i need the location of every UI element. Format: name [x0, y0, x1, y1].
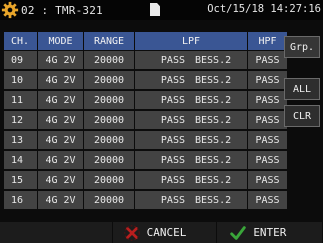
- table-header: CH. MODE RANGE LPF HPF: [4, 32, 288, 50]
- cell-hpf: PASS: [248, 191, 287, 209]
- table-row[interactable]: 15 4G 2V 20000 PASS BESS.2 PASS: [4, 171, 288, 189]
- col-header-ch: CH.: [4, 32, 37, 50]
- cell-range: 20000: [84, 171, 134, 189]
- cell-ch: 16: [4, 191, 37, 209]
- checkmark-icon: [230, 225, 247, 240]
- bottom-bar: CANCEL ENTER: [0, 222, 323, 243]
- table-row[interactable]: 12 4G 2V 20000 PASS BESS.2 PASS: [4, 111, 288, 129]
- device-label: 02 : TMR-321: [21, 3, 103, 17]
- cell-mode: 4G 2V: [38, 171, 83, 189]
- cell-lpf-filter: BESS.2: [195, 54, 232, 66]
- cell-range: 20000: [84, 91, 134, 109]
- cancel-x-icon: [123, 224, 140, 241]
- cell-range: 20000: [84, 71, 134, 89]
- cell-lpf: PASS BESS.2: [135, 131, 247, 149]
- cell-range: 20000: [84, 51, 134, 69]
- cell-range: 20000: [84, 131, 134, 149]
- enter-button[interactable]: ENTER: [217, 222, 322, 243]
- cell-lpf-filter: BESS.2: [195, 94, 232, 106]
- table-row[interactable]: 14 4G 2V 20000 PASS BESS.2 PASS: [4, 151, 288, 169]
- cell-mode: 4G 2V: [38, 71, 83, 89]
- cell-lpf: PASS BESS.2: [135, 91, 247, 109]
- cell-ch: 12: [4, 111, 37, 129]
- cell-ch: 13: [4, 131, 37, 149]
- table-row[interactable]: 10 4G 2V 20000 PASS BESS.2 PASS: [4, 71, 288, 89]
- cell-lpf-pass: PASS: [160, 194, 185, 206]
- cell-ch: 09: [4, 51, 37, 69]
- col-header-range: RANGE: [84, 32, 134, 50]
- cell-ch: 14: [4, 151, 37, 169]
- clear-button[interactable]: CLR: [284, 105, 320, 127]
- cell-hpf: PASS: [248, 171, 287, 189]
- datetime: Oct/15/18 14:27:16: [207, 3, 321, 15]
- cell-lpf-pass: PASS: [160, 114, 185, 126]
- col-header-lpf: LPF: [135, 32, 247, 50]
- cell-mode: 4G 2V: [38, 51, 83, 69]
- cell-hpf: PASS: [248, 131, 287, 149]
- cell-ch: 15: [4, 171, 37, 189]
- cell-hpf: PASS: [248, 111, 287, 129]
- cell-lpf-filter: BESS.2: [195, 154, 232, 166]
- cell-lpf-pass: PASS: [160, 54, 185, 66]
- cell-range: 20000: [84, 191, 134, 209]
- cell-lpf: PASS BESS.2: [135, 171, 247, 189]
- gear-icon[interactable]: [1, 1, 19, 19]
- col-header-hpf: HPF: [248, 32, 287, 50]
- cell-range: 20000: [84, 111, 134, 129]
- cell-hpf: PASS: [248, 151, 287, 169]
- sd-card-icon: [150, 3, 160, 16]
- cell-mode: 4G 2V: [38, 131, 83, 149]
- table-row[interactable]: 09 4G 2V 20000 PASS BESS.2 PASS: [4, 51, 288, 69]
- cell-lpf-filter: BESS.2: [195, 114, 232, 126]
- table-row[interactable]: 13 4G 2V 20000 PASS BESS.2 PASS: [4, 131, 288, 149]
- cell-lpf-pass: PASS: [160, 154, 185, 166]
- table-row[interactable]: 11 4G 2V 20000 PASS BESS.2 PASS: [4, 91, 288, 109]
- cell-lpf: PASS BESS.2: [135, 111, 247, 129]
- cell-mode: 4G 2V: [38, 91, 83, 109]
- cell-lpf-filter: BESS.2: [195, 194, 232, 206]
- cell-lpf-pass: PASS: [160, 94, 185, 106]
- cell-hpf: PASS: [248, 71, 287, 89]
- cell-lpf: PASS BESS.2: [135, 151, 247, 169]
- table-row[interactable]: 16 4G 2V 20000 PASS BESS.2 PASS: [4, 191, 288, 209]
- cell-lpf-filter: BESS.2: [195, 74, 232, 86]
- cell-ch: 10: [4, 71, 37, 89]
- status-bar: 02 : TMR-321 Oct/15/18 14:27:16: [0, 0, 323, 20]
- enter-label: ENTER: [253, 226, 287, 239]
- cell-lpf: PASS BESS.2: [135, 191, 247, 209]
- bottom-blank-slot: [0, 222, 112, 243]
- cell-lpf-pass: PASS: [160, 74, 185, 86]
- cell-mode: 4G 2V: [38, 191, 83, 209]
- cell-lpf: PASS BESS.2: [135, 51, 247, 69]
- cell-range: 20000: [84, 151, 134, 169]
- cell-mode: 4G 2V: [38, 111, 83, 129]
- cell-hpf: PASS: [248, 91, 287, 109]
- cell-lpf-pass: PASS: [160, 174, 185, 186]
- group-button[interactable]: Grp.: [284, 36, 320, 58]
- channel-table: CH. MODE RANGE LPF HPF 09 4G 2V 20000 PASS B…: [4, 32, 288, 211]
- cell-lpf: PASS BESS.2: [135, 71, 247, 89]
- cell-ch: 11: [4, 91, 37, 109]
- col-header-mode: MODE: [38, 32, 83, 50]
- cell-lpf-pass: PASS: [160, 134, 185, 146]
- cell-hpf: PASS: [248, 51, 287, 69]
- cell-lpf-filter: BESS.2: [195, 174, 232, 186]
- cancel-label: CANCEL: [146, 226, 187, 239]
- screen: 02 : TMR-321 Oct/15/18 14:27:16 CH. MODE…: [0, 0, 323, 243]
- all-button[interactable]: ALL: [284, 78, 320, 100]
- cell-lpf-filter: BESS.2: [195, 134, 232, 146]
- cell-mode: 4G 2V: [38, 151, 83, 169]
- cancel-button[interactable]: CANCEL: [112, 222, 217, 243]
